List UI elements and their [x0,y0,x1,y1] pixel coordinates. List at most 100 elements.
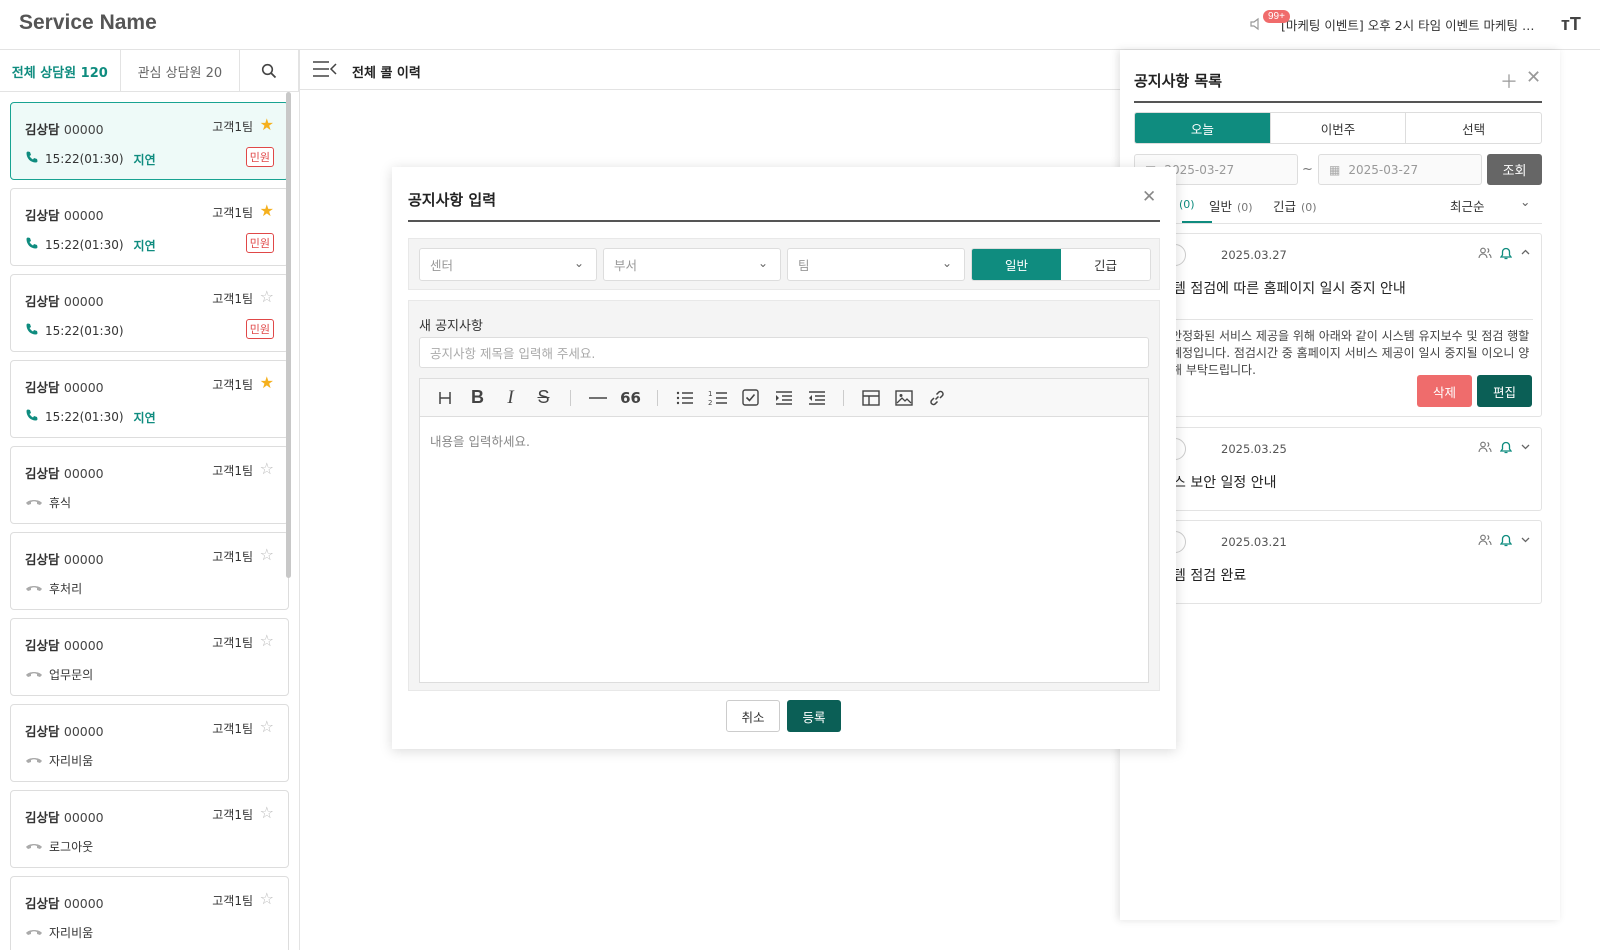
notice-actions [1478,534,1531,550]
star-icon[interactable]: ★ [260,373,274,392]
agent-card[interactable]: 김상담 00000 고객1팀 ☆ 휴식 [10,446,289,524]
type-normal-button[interactable]: 일반 [972,249,1061,280]
dept-select[interactable]: 부서 ⌄ [603,248,781,281]
tab-this-week[interactable]: 이번주 [1271,113,1407,143]
agent-card[interactable]: 김상담 00000 고객1팀 ★ 15:22(01:30) 지연 [10,360,289,438]
link-icon[interactable] [920,384,953,412]
sort-select[interactable]: 최근순 [1450,196,1485,215]
bullet-list-icon[interactable] [668,384,701,412]
type-urgent-button[interactable]: 긴급 [1061,249,1150,280]
bold-icon[interactable]: B [461,384,494,412]
filter-urgent[interactable]: 긴급 (0) [1273,196,1317,215]
users-icon[interactable] [1478,441,1492,457]
chevron-down-icon: ⌄ [573,256,584,270]
agent-card[interactable]: 김상담 00000 고객1팀 ☆ 15:22(01:30) 민원 [10,274,289,352]
tab-favorite-agents[interactable]: 관심 상담원 20 [121,50,241,92]
notice-date: 2025.03.21 [1221,535,1287,549]
date-to-value: 2025-03-27 [1348,162,1419,177]
agent-name: 김상담 00000 [25,638,104,653]
agent-name: 김상담 00000 [25,466,104,481]
delete-button[interactable]: 삭제 [1417,375,1472,407]
agent-card[interactable]: 김상담 00000 고객1팀 ☆ 자리비움 [10,704,289,782]
add-icon[interactable]: ＋ [1500,68,1518,94]
notice-title-input[interactable]: 공지사항 제목을 입력해 주세요. [419,337,1149,368]
search-button[interactable] [240,50,299,92]
hangup-icon [25,667,43,683]
toolbar-divider [843,389,844,406]
table-icon[interactable] [854,384,887,412]
agent-card[interactable]: 김상담 00000 고객1팀 ★ 15:22(01:30) 지연 민원 [10,102,289,180]
chevron-down-icon: ⌄ [941,256,952,270]
notice-card[interactable]: 반 공지 2025.03.25 스 보안 일정 안내 [1134,427,1542,511]
star-icon[interactable]: ★ [260,115,274,134]
agent-card[interactable]: 김상담 00000 고객1팀 ☆ 후처리 [10,532,289,610]
cancel-button[interactable]: 취소 [726,700,780,732]
bell-icon[interactable] [1499,441,1513,457]
users-icon[interactable] [1478,534,1492,550]
star-icon[interactable]: ☆ [260,631,274,650]
complaint-badge: 민원 [245,319,274,339]
italic-icon[interactable]: I [494,384,527,412]
star-icon[interactable]: ☆ [260,803,274,822]
font-size-icon[interactable]: тT [1561,14,1581,35]
phone-icon [25,322,39,340]
agent-status: 후처리 [25,580,82,597]
chevron-down-icon[interactable] [1520,534,1531,550]
star-icon[interactable]: ☆ [260,287,274,306]
notice-list-title: 공지사항 목록 [1134,72,1223,90]
date-to-field[interactable]: ▦ 2025-03-27 [1318,154,1482,185]
indent-icon[interactable] [767,384,800,412]
divider [408,220,1160,222]
agent-card[interactable]: 김상담 00000 고객1팀 ☆ 업무문의 [10,618,289,696]
checkbox-icon[interactable] [734,384,767,412]
notice-ticker[interactable]: 99+ [마케팅 이벤트] 오후 2시 타임 이벤트 마케팅 진행... [1249,10,1536,34]
agent-card[interactable]: 김상담 00000 고객1팀 ☆ 자리비움 [10,876,289,950]
status-text: 업무문의 [49,668,94,682]
chevron-down-icon[interactable] [1520,441,1531,457]
center-select[interactable]: 센터 ⌄ [419,248,597,281]
submit-button[interactable]: 등록 [787,700,841,732]
agent-name: 김상담 00000 [25,294,104,309]
bell-icon[interactable] [1499,247,1513,263]
star-icon[interactable]: ★ [260,201,274,220]
heading-icon[interactable] [428,384,461,412]
agent-list-panel: 전체 상담원 120 관심 상담원 20 김상담 00000 고객1팀 ★ 15:22… [0,50,300,950]
agent-name: 김상담 00000 [25,724,104,739]
notice-card[interactable]: 반 공지 2025.03.21 템 점검 완료 [1134,520,1542,604]
scrollbar[interactable] [286,92,291,578]
star-icon[interactable]: ☆ [260,717,274,736]
close-icon[interactable]: ✕ [1142,187,1156,207]
team-select[interactable]: 팀 ⌄ [787,248,965,281]
tab-today[interactable]: 오늘 [1135,113,1271,143]
hangup-icon [25,839,43,855]
strikethrough-icon[interactable]: S [527,384,560,412]
agent-card[interactable]: 김상담 00000 고객1팀 ★ 15:22(01:30) 지연 민원 [10,188,289,266]
query-button[interactable]: 조회 [1487,154,1542,185]
close-icon[interactable]: ✕ [1526,67,1541,88]
outdent-icon[interactable] [800,384,833,412]
horizontal-rule-icon[interactable] [581,384,614,412]
agent-card[interactable]: 김상담 00000 고객1팀 ☆ 로그아웃 [10,790,289,868]
chevron-down-icon[interactable]: ⌄ [1520,194,1530,209]
bell-icon[interactable] [1499,534,1513,550]
notice-card[interactable]: 반 공지 2025.03.27 템 점검에 따른 홈페이지 일시 중지 안내 안… [1134,233,1542,417]
users-icon[interactable] [1478,247,1492,263]
star-icon[interactable]: ☆ [260,889,274,908]
brand-title[interactable]: Service Name [19,11,157,35]
filter-normal[interactable]: 일반 (0) [1209,196,1253,215]
chevron-up-icon[interactable] [1520,247,1531,263]
status-text: 로그아웃 [49,840,94,854]
edit-button[interactable]: 편집 [1477,375,1532,407]
tab-all-agents[interactable]: 전체 상담원 120 [0,50,121,92]
notice-content-editor[interactable]: 내용을 입력하세요. [419,416,1149,683]
ordered-list-icon[interactable]: 12 [701,384,734,412]
star-icon[interactable]: ☆ [260,545,274,564]
star-icon[interactable]: ☆ [260,459,274,478]
filter-all[interactable]: (0) [1174,196,1195,211]
menu-collapse-icon[interactable] [312,60,338,83]
tab-custom[interactable]: 선택 [1406,113,1541,143]
image-icon[interactable] [887,384,920,412]
quote-icon[interactable]: 66 [614,384,647,412]
notice-ticker-text[interactable]: [마케팅 이벤트] 오후 2시 타임 이벤트 마케팅 진행... [1281,15,1536,34]
agent-status: 자리비움 [25,924,93,941]
